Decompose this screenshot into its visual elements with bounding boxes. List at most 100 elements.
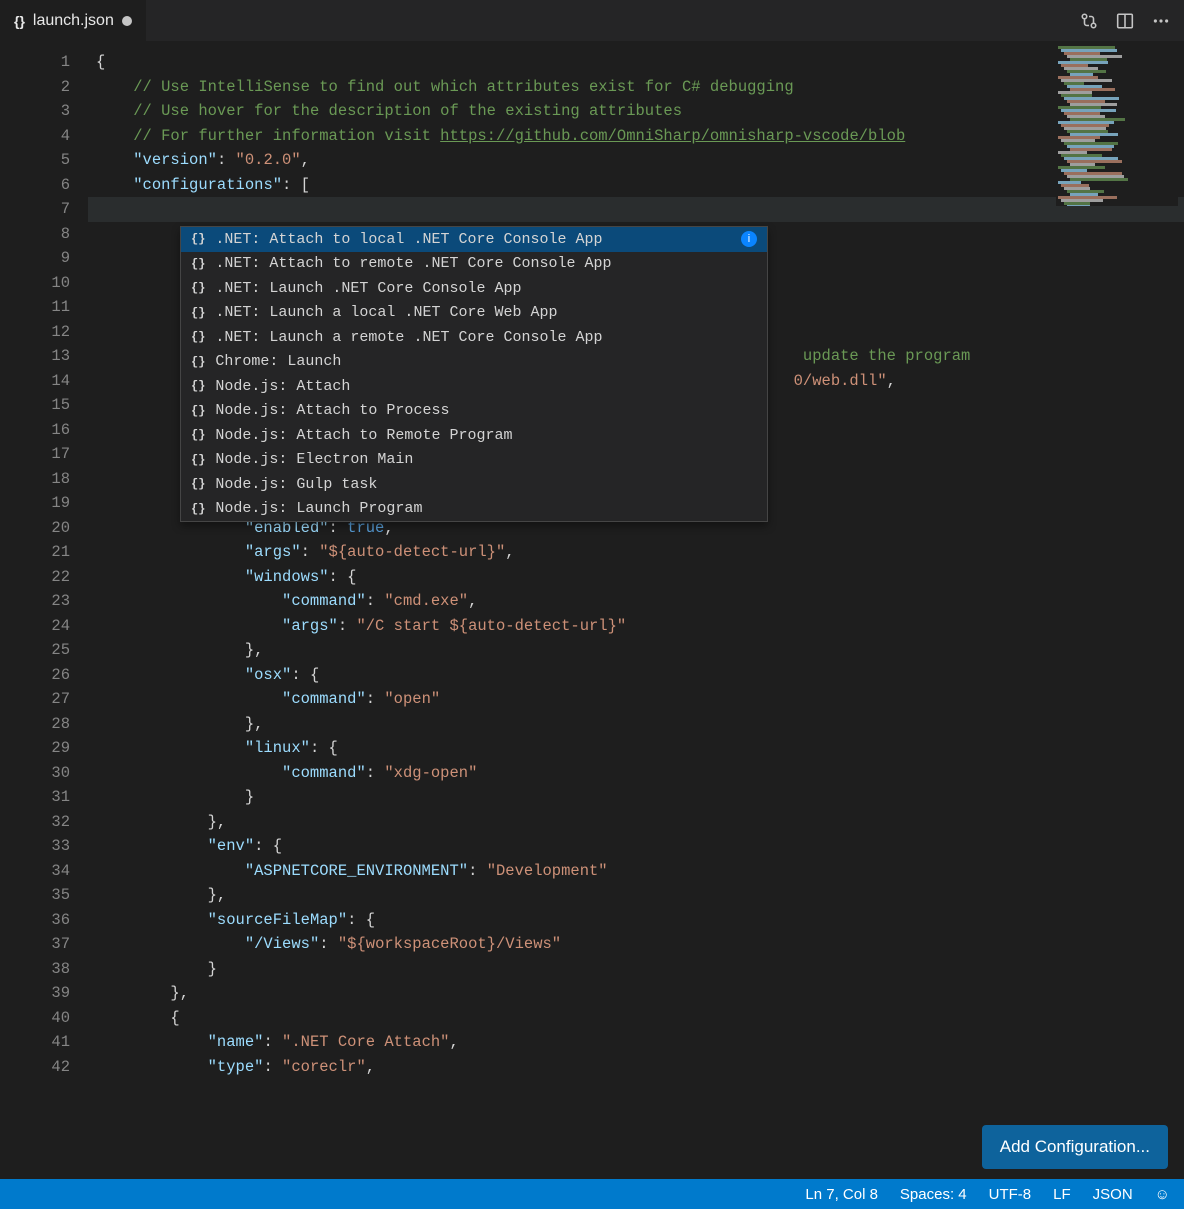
code-line[interactable]: { [88, 1006, 1184, 1031]
git-compare-icon[interactable] [1080, 12, 1098, 30]
line-number: 36 [0, 908, 70, 933]
code-line[interactable]: }, [88, 810, 1184, 835]
suggest-item-label: Node.js: Gulp task [215, 476, 377, 493]
suggest-item[interactable]: {}.NET: Launch a remote .NET Core Consol… [181, 325, 767, 350]
code-line[interactable]: "windows": { [88, 565, 1184, 590]
editor-actions [1066, 0, 1184, 41]
code-line[interactable]: "/Views": "${workspaceRoot}/Views" [88, 932, 1184, 957]
line-number: 12 [0, 320, 70, 345]
code-line[interactable] [88, 197, 1184, 222]
split-editor-icon[interactable] [1116, 12, 1134, 30]
json-file-icon: {} [14, 13, 25, 29]
info-icon[interactable]: i [741, 231, 757, 247]
line-number-gutter: 1234567891011121314151617181920212223242… [0, 42, 88, 1179]
line-number: 30 [0, 761, 70, 786]
suggest-item[interactable]: {}.NET: Launch a local .NET Core Web App [181, 301, 767, 326]
code-line[interactable]: "args": "${auto-detect-url}", [88, 540, 1184, 565]
suggest-item-label: Node.js: Attach [215, 378, 350, 395]
line-number: 26 [0, 663, 70, 688]
status-indent[interactable]: Spaces: 4 [900, 1186, 967, 1203]
code-line[interactable]: }, [88, 883, 1184, 908]
line-number: 20 [0, 516, 70, 541]
code-line[interactable]: { [88, 50, 1184, 75]
code-content[interactable]: { // Use IntelliSense to find out which … [88, 42, 1184, 1179]
intellisense-suggest-widget[interactable]: {}.NET: Attach to local .NET Core Consol… [180, 226, 768, 522]
suggest-item[interactable]: {}Node.js: Attach to Process [181, 399, 767, 424]
suggest-item-label: Node.js: Electron Main [215, 451, 413, 468]
code-line[interactable]: "command": "open" [88, 687, 1184, 712]
code-editor[interactable]: 1234567891011121314151617181920212223242… [0, 42, 1184, 1179]
line-number: 16 [0, 418, 70, 443]
code-line[interactable]: "env": { [88, 834, 1184, 859]
line-number: 22 [0, 565, 70, 590]
line-number: 29 [0, 736, 70, 761]
suggest-item[interactable]: {}Node.js: Attach to Remote Program [181, 423, 767, 448]
line-number: 24 [0, 614, 70, 639]
code-line[interactable]: }, [88, 712, 1184, 737]
snippet-icon: {} [191, 428, 205, 442]
suggest-item[interactable]: {}Node.js: Launch Program [181, 497, 767, 522]
suggest-item[interactable]: {} .NET: Launch .NET Core Console App [181, 276, 767, 301]
status-cursor-position[interactable]: Ln 7, Col 8 [805, 1186, 878, 1203]
line-number: 19 [0, 491, 70, 516]
line-number: 18 [0, 467, 70, 492]
line-number: 7 [0, 197, 70, 222]
line-number: 3 [0, 99, 70, 124]
snippet-icon: {} [191, 257, 205, 271]
code-line[interactable]: "osx": { [88, 663, 1184, 688]
tab-launch-json[interactable]: {} launch.json [0, 0, 147, 41]
code-line[interactable]: "version": "0.2.0", [88, 148, 1184, 173]
code-line[interactable]: // For further information visit https:/… [88, 124, 1184, 149]
suggest-item-label: Chrome: Launch [215, 353, 341, 370]
line-number: 40 [0, 1006, 70, 1031]
tab-bar: {} launch.json [0, 0, 1184, 42]
line-number: 31 [0, 785, 70, 810]
code-line[interactable]: "name": ".NET Core Attach", [88, 1030, 1184, 1055]
snippet-icon: {} [191, 281, 205, 295]
line-number: 2 [0, 75, 70, 100]
snippet-icon: {} [191, 502, 205, 516]
line-number: 33 [0, 834, 70, 859]
more-icon[interactable] [1152, 12, 1170, 30]
code-line[interactable]: "command": "cmd.exe", [88, 589, 1184, 614]
code-line[interactable]: "args": "/C start ${auto-detect-url}" [88, 614, 1184, 639]
suggest-item[interactable]: {} Node.js: Electron Main [181, 448, 767, 473]
status-feedback-icon[interactable]: ☺ [1155, 1186, 1170, 1203]
code-line[interactable]: "type": "coreclr", [88, 1055, 1184, 1080]
suggest-item[interactable]: {}Node.js: Gulp task [181, 472, 767, 497]
line-number: 1 [0, 50, 70, 75]
line-number: 34 [0, 859, 70, 884]
code-line[interactable]: "command": "xdg-open" [88, 761, 1184, 786]
code-line[interactable]: "configurations": [ [88, 173, 1184, 198]
line-number: 42 [0, 1055, 70, 1080]
code-line[interactable]: } [88, 785, 1184, 810]
line-number: 23 [0, 589, 70, 614]
suggest-item[interactable]: {}Chrome: Launch [181, 350, 767, 375]
snippet-icon: {} [191, 232, 205, 246]
code-line[interactable]: }, [88, 981, 1184, 1006]
suggest-item[interactable]: {}.NET: Attach to local .NET Core Consol… [181, 227, 767, 252]
line-number: 11 [0, 295, 70, 320]
add-configuration-button[interactable]: Add Configuration... [982, 1125, 1168, 1169]
status-language[interactable]: JSON [1093, 1186, 1133, 1203]
status-encoding[interactable]: UTF-8 [989, 1186, 1032, 1203]
code-line[interactable]: "linux": { [88, 736, 1184, 761]
minimap[interactable] [1056, 46, 1178, 206]
code-line[interactable]: "sourceFileMap": { [88, 908, 1184, 933]
code-line[interactable]: // Use IntelliSense to find out which at… [88, 75, 1184, 100]
code-line[interactable]: // Use hover for the description of the … [88, 99, 1184, 124]
snippet-icon: {} [191, 453, 205, 467]
code-line[interactable]: "ASPNETCORE_ENVIRONMENT": "Development" [88, 859, 1184, 884]
code-line[interactable]: }, [88, 638, 1184, 663]
line-number: 17 [0, 442, 70, 467]
suggest-item[interactable]: {}.NET: Attach to remote .NET Core Conso… [181, 252, 767, 277]
status-eol[interactable]: LF [1053, 1186, 1071, 1203]
line-number: 35 [0, 883, 70, 908]
suggest-item-label: .NET: Launch a local .NET Core Web App [215, 304, 557, 321]
code-line[interactable]: } [88, 957, 1184, 982]
suggest-item[interactable]: {}Node.js: Attach [181, 374, 767, 399]
line-number: 5 [0, 148, 70, 173]
dirty-indicator-icon [122, 16, 132, 26]
suggest-item-label: Node.js: Attach to Process [215, 402, 449, 419]
suggest-item-label: .NET: Launch .NET Core Console App [215, 280, 521, 297]
